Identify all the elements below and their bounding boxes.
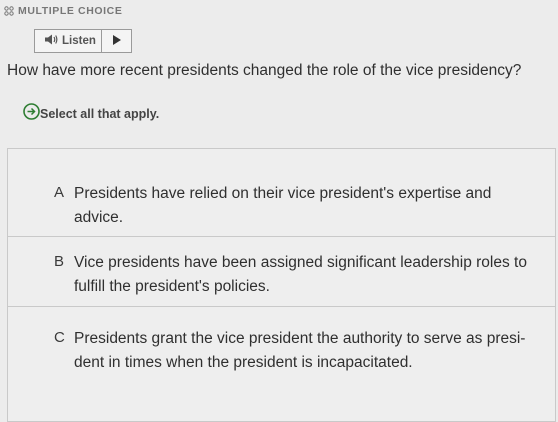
option-letter: A: [54, 184, 65, 201]
option-letter: B: [54, 253, 65, 270]
option-text: Vice presidents have been assigned signi…: [74, 251, 550, 299]
option-a[interactable]: A Presidents have relied on their vice p…: [8, 149, 555, 236]
option-text-line: Presidents grant the vice president the …: [74, 330, 526, 347]
option-letter: C: [54, 329, 65, 346]
option-text-line: fulfill the president's policies.: [74, 278, 270, 295]
speaker-icon: [44, 34, 58, 48]
option-b[interactable]: B Vice presidents have been assigned sig…: [8, 236, 555, 306]
listen-label: Listen: [62, 35, 96, 47]
listen-button[interactable]: Listen: [35, 30, 101, 52]
listen-control[interactable]: Listen: [34, 29, 132, 53]
option-text: Presidents have relied on their vice pre…: [74, 182, 550, 230]
instruction-text: Select all that apply.: [40, 107, 160, 121]
option-text-line: Vice presidents have been assigned signi…: [74, 254, 527, 271]
grid-icon: [4, 6, 14, 16]
play-icon: [112, 32, 121, 50]
play-button[interactable]: [101, 30, 131, 52]
answer-options: A Presidents have relied on their vice p…: [7, 148, 556, 422]
option-text-line: advice.: [74, 209, 124, 226]
arrow-right-circle-icon: [23, 103, 40, 123]
question-text: How have more recent presidents changed …: [7, 62, 522, 79]
question-type-label: MULTIPLE CHOICE: [18, 5, 123, 17]
question-type-header: MULTIPLE CHOICE: [4, 5, 122, 17]
instruction: Select all that apply.: [23, 103, 160, 121]
option-c[interactable]: C Presidents grant the vice president th…: [8, 306, 555, 421]
option-text-line: dent in times when the president is inca…: [74, 354, 413, 371]
option-text: Presidents grant the vice president the …: [74, 327, 550, 375]
option-text-line: Presidents have relied on their vice pre…: [74, 185, 492, 202]
